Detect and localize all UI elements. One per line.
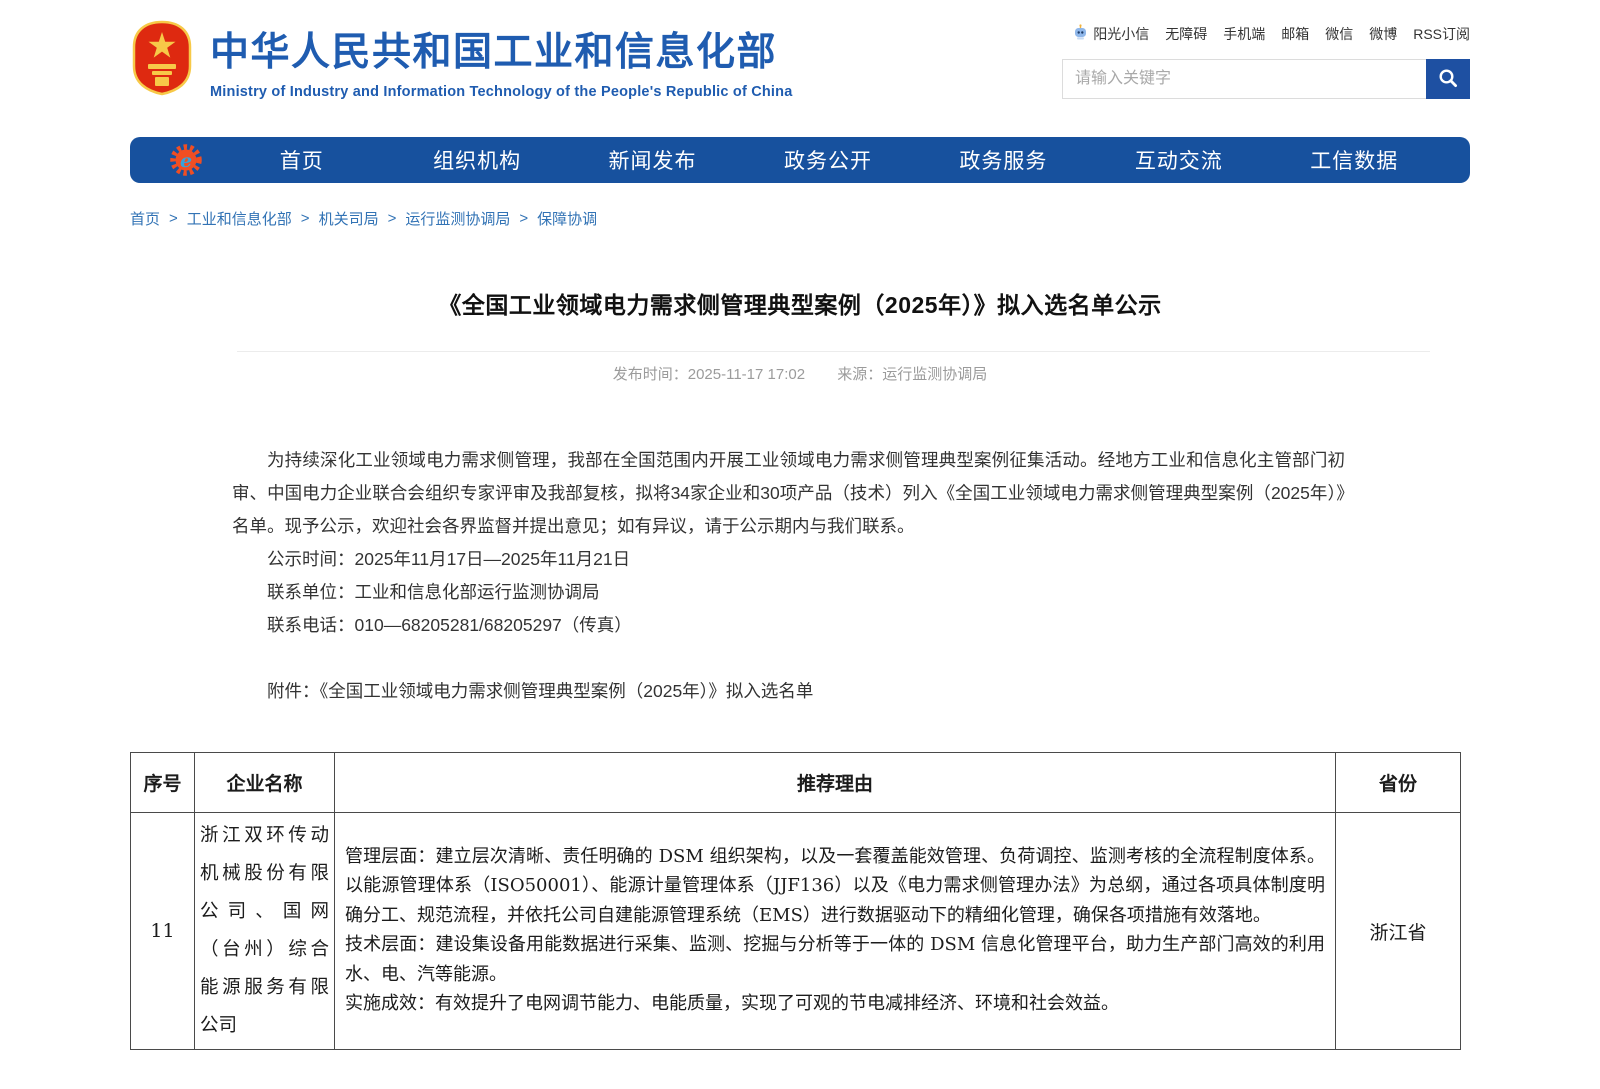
breadcrumb-bureau[interactable]: 运行监测协调局	[405, 208, 510, 229]
quick-link-weibo[interactable]: 微博	[1369, 24, 1397, 44]
quick-link-rss[interactable]: RSS订阅	[1413, 24, 1470, 44]
svg-text:e: e	[180, 150, 192, 172]
quick-link-mobile[interactable]: 手机端	[1223, 24, 1265, 44]
table-row: 11 浙江双环传动机械股份有限公司、国网（台州）综合能源服务有限公司 管理层面：…	[131, 813, 1461, 1050]
reason-results: 实施成效：有效提升了电网调节能力、电能质量，实现了可观的节电减排经济、环境和社会…	[345, 989, 1325, 1019]
header-cell-province: 省份	[1336, 753, 1461, 813]
search-bar	[1062, 59, 1470, 99]
quick-link-wechat[interactable]: 微信	[1325, 24, 1353, 44]
miit-gear-logo-icon: e	[158, 142, 214, 178]
contact-phone-line: 联系电话：010—68205281/68205297（传真）	[232, 609, 1345, 642]
header-cell-no: 序号	[131, 753, 195, 813]
breadcrumb-separator: >	[388, 210, 397, 227]
site-brand: 中华人民共和国工业和信息化部 Ministry of Industry and …	[130, 20, 793, 101]
article-source: 来源：运行监测协调局	[837, 366, 987, 383]
reason-management: 管理层面：建立层次清晰、责任明确的 DSM 组织架构，以及一套覆盖能效管理、负荷…	[345, 842, 1325, 931]
page: 中华人民共和国工业和信息化部 Ministry of Industry and …	[0, 0, 1600, 1089]
nav-item-home[interactable]: 首页	[214, 145, 389, 175]
table-header-row: 序号 企业名称 推荐理由 省份	[131, 753, 1461, 813]
site-header: 中华人民共和国工业和信息化部 Ministry of Industry and …	[130, 0, 1470, 101]
nav-item-interaction[interactable]: 互动交流	[1091, 145, 1266, 175]
case-list-table: 序号 企业名称 推荐理由 省份 11 浙江双环传动机械股份有限公司、国网（台州）…	[130, 752, 1461, 1050]
main-nav: e 首页 组织机构 新闻发布 政务公开 政务服务 互动交流 工信数据	[130, 137, 1470, 183]
reason-technology: 技术层面：建设集设备用能数据进行采集、监测、挖掘与分析等于一体的 DSM 信息化…	[345, 930, 1325, 989]
publish-time: 发布时间：2025-11-17 17:02	[613, 366, 805, 383]
publicity-period-line: 公示时间：2025年11月17日—2025年11月21日	[232, 543, 1345, 576]
site-title: 中华人民共和国工业和信息化部	[210, 21, 793, 77]
cell-serial-number: 11	[131, 813, 195, 1050]
header-cell-reason: 推荐理由	[335, 753, 1336, 813]
search-icon	[1437, 67, 1459, 92]
quick-link-accessibility[interactable]: 无障碍	[1165, 24, 1207, 44]
header-cell-company: 企业名称	[195, 753, 335, 813]
contact-unit-line: 联系单位：工业和信息化部运行监测协调局	[232, 576, 1345, 609]
article-body: 为持续深化工业领域电力需求侧管理，我部在全国范围内开展工业领域电力需求侧管理典型…	[130, 444, 1470, 708]
quick-link-sunshine[interactable]: 阳光小信	[1072, 24, 1149, 44]
cell-province: 浙江省	[1336, 813, 1461, 1050]
nav-item-gov-affairs[interactable]: 政务公开	[740, 145, 915, 175]
article-meta: 发布时间：2025-11-17 17:02 来源：运行监测协调局	[130, 363, 1470, 384]
article-title: 《全国工业领域电力需求侧管理典型案例（2025年）》拟入选名单公示	[130, 286, 1470, 320]
search-input[interactable]	[1063, 60, 1426, 98]
breadcrumb-departments[interactable]: 机关司局	[319, 208, 379, 229]
quick-link-label: 阳光小信	[1093, 24, 1149, 44]
cell-recommendation-reason: 管理层面：建立层次清晰、责任明确的 DSM 组织架构，以及一套覆盖能效管理、负荷…	[335, 813, 1336, 1050]
header-right: 阳光小信 无障碍 手机端 邮箱 微信 微博 RSS订阅	[1062, 20, 1470, 101]
lead-paragraph: 为持续深化工业领域电力需求侧管理，我部在全国范围内开展工业领域电力需求侧管理典型…	[232, 444, 1345, 543]
nav-item-organization[interactable]: 组织机构	[389, 145, 564, 175]
breadcrumb-separator: >	[301, 210, 310, 227]
breadcrumb-separator: >	[519, 210, 528, 227]
attachment-line: 附件：《全国工业领域电力需求侧管理典型案例（2025年）》拟入选名单	[232, 675, 1345, 708]
search-button[interactable]	[1426, 59, 1470, 99]
brand-text: 中华人民共和国工业和信息化部 Ministry of Industry and …	[210, 21, 793, 100]
nav-item-data[interactable]: 工信数据	[1267, 145, 1442, 175]
breadcrumb-separator: >	[169, 210, 178, 227]
nav-item-news[interactable]: 新闻发布	[565, 145, 740, 175]
breadcrumb-home[interactable]: 首页	[130, 208, 160, 229]
cell-company-name: 浙江双环传动机械股份有限公司、国网（台州）综合能源服务有限公司	[195, 813, 335, 1050]
quick-link-mail[interactable]: 邮箱	[1281, 24, 1309, 44]
quick-links: 阳光小信 无障碍 手机端 邮箱 微信 微博 RSS订阅	[1062, 24, 1470, 44]
breadcrumb: 首页 > 工业和信息化部 > 机关司局 > 运行监测协调局 > 保障协调	[130, 208, 1470, 229]
site-subtitle: Ministry of Industry and Information Tec…	[210, 84, 793, 100]
breadcrumb-miit[interactable]: 工业和信息化部	[187, 208, 292, 229]
national-emblem-logo	[130, 20, 194, 101]
title-divider	[237, 351, 1430, 352]
nav-item-gov-services[interactable]: 政务服务	[916, 145, 1091, 175]
breadcrumb-current[interactable]: 保障协调	[537, 208, 597, 229]
robot-icon	[1072, 24, 1089, 44]
